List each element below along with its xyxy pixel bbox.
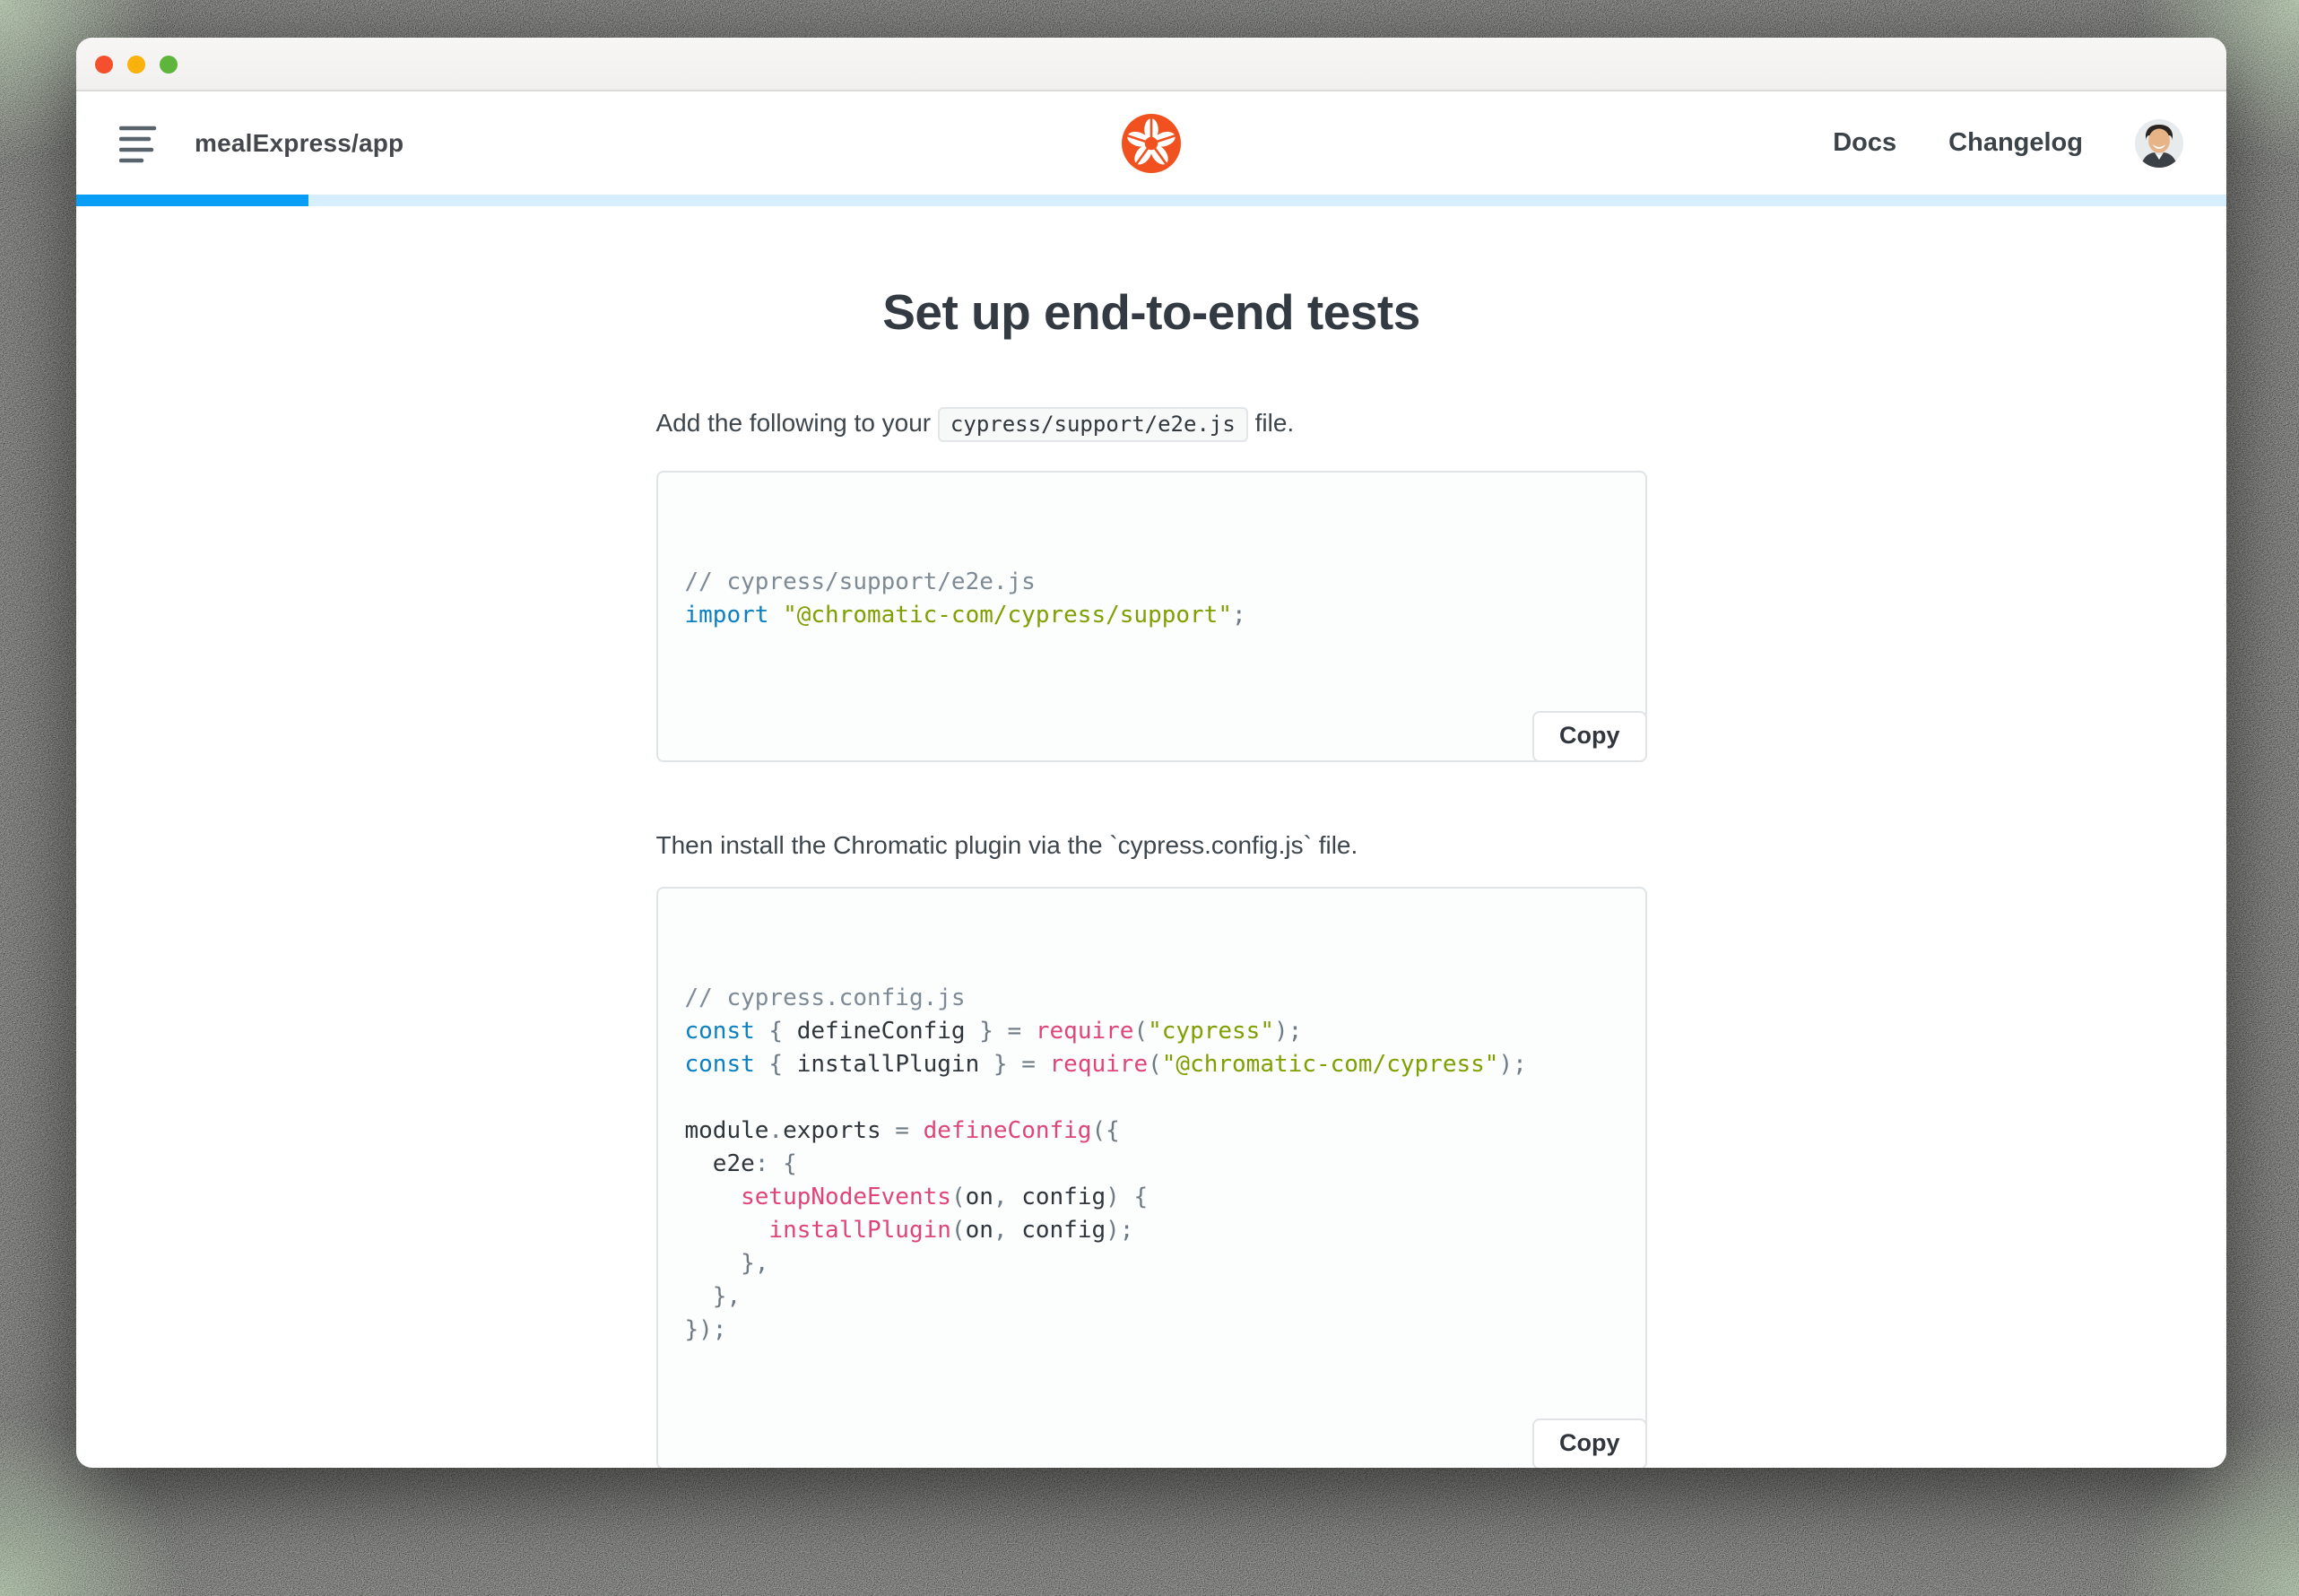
step1-inline-code: cypress/support/e2e.js <box>937 407 1248 442</box>
code-block-e2e-support: // cypress/support/e2e.js import "@chroma… <box>655 471 1647 762</box>
nav-link-changelog[interactable]: Changelog <box>1948 128 2083 158</box>
app-window: mealExpress/app Docs Changelog Set up en… <box>76 38 2226 1468</box>
copy-button[interactable]: Copy <box>1532 711 1647 762</box>
chromatic-logo-icon[interactable] <box>1122 113 1181 173</box>
code-lines: // cypress/support/e2e.js import "@chroma… <box>684 568 1246 629</box>
window-titlebar <box>76 38 2226 91</box>
project-name[interactable]: mealExpress/app <box>195 129 403 158</box>
progress-fill <box>76 195 308 206</box>
menu-icon[interactable] <box>119 123 159 164</box>
step2-instruction: Then install the Chromatic plugin via th… <box>655 831 1358 859</box>
avatar-photo <box>2135 118 2183 168</box>
step1-text-after: file. <box>1254 409 1295 437</box>
nav-link-docs[interactable]: Docs <box>1833 128 1896 158</box>
page-title: Set up end-to-end tests <box>882 284 1420 340</box>
step1-text-before: Add the following to your <box>655 409 932 437</box>
onboarding-progress-bar <box>76 195 2226 206</box>
zoom-window-button[interactable] <box>160 56 178 74</box>
copy-button[interactable]: Copy <box>1532 1418 1647 1468</box>
step1-instruction: Add the following to your cypress/suppor… <box>656 405 1647 442</box>
main-content: Set up end-to-end tests Add the followin… <box>76 206 2226 1468</box>
minimize-window-button[interactable] <box>127 56 145 74</box>
close-window-button[interactable] <box>95 56 113 74</box>
code-block-cypress-config: // cypress.config.js const { defineConfig… <box>655 887 1647 1468</box>
code-lines: // cypress.config.js const { defineConfig… <box>684 984 1527 1343</box>
app-header: mealExpress/app Docs Changelog <box>76 91 2226 195</box>
user-avatar[interactable] <box>2135 118 2183 168</box>
